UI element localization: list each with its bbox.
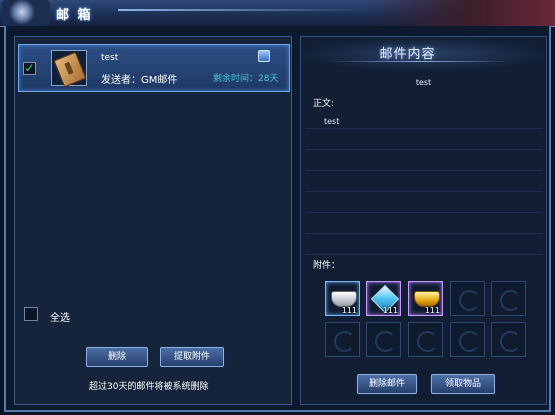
take-attachment-button[interactable]: 提取附件	[160, 347, 224, 367]
window-title: 邮 箱	[56, 8, 93, 23]
body-text-area	[306, 108, 542, 255]
attachment-quantity: 111	[341, 306, 357, 315]
mail-remaining-time: 剩余时间：28天	[213, 74, 279, 84]
select-all-label: 全选	[50, 313, 70, 324]
mail-checkbox[interactable]: ✓	[23, 62, 36, 75]
title-bar: 邮 箱	[0, 0, 555, 27]
attachment-slot-1[interactable]: 111	[325, 281, 360, 316]
gold-ingot-icon	[414, 291, 440, 307]
silver-ingot-icon	[331, 291, 357, 307]
get-items-button[interactable]: 领取物品	[431, 374, 495, 394]
attachment-slot-4[interactable]	[450, 281, 485, 316]
attachment-slot-3[interactable]: 111	[408, 281, 443, 316]
delete-mail-button[interactable]: 删除邮件	[357, 374, 417, 394]
title-decoration	[118, 9, 368, 11]
attachment-slot-10[interactable]	[491, 322, 526, 357]
delete-button[interactable]: 删除	[86, 347, 148, 367]
attachment-slot-8[interactable]	[408, 322, 443, 357]
attachment-slot-9[interactable]	[450, 322, 485, 357]
expiry-notice: 超过30天的邮件将被系统删除	[89, 382, 209, 392]
attachment-slot-6[interactable]	[325, 322, 360, 357]
attachment-slot-7[interactable]	[366, 322, 401, 357]
body-text: test	[324, 117, 340, 126]
select-all-checkbox[interactable]	[24, 307, 38, 321]
attachment-quantity: 111	[424, 306, 440, 315]
attachment-slot-5[interactable]	[491, 281, 526, 316]
attachment-slot-2[interactable]: 111	[366, 281, 401, 316]
mail-sender: 发送者：GM邮件	[101, 75, 178, 86]
content-subject: test	[415, 78, 432, 87]
attachment-quantity: 111	[382, 306, 398, 315]
title-background-art	[365, 0, 555, 26]
content-header-title: 邮件内容	[379, 47, 436, 62]
attachments-label: 附件：	[313, 261, 341, 271]
header-divider	[330, 61, 510, 62]
window-ornament-icon	[2, 0, 50, 26]
